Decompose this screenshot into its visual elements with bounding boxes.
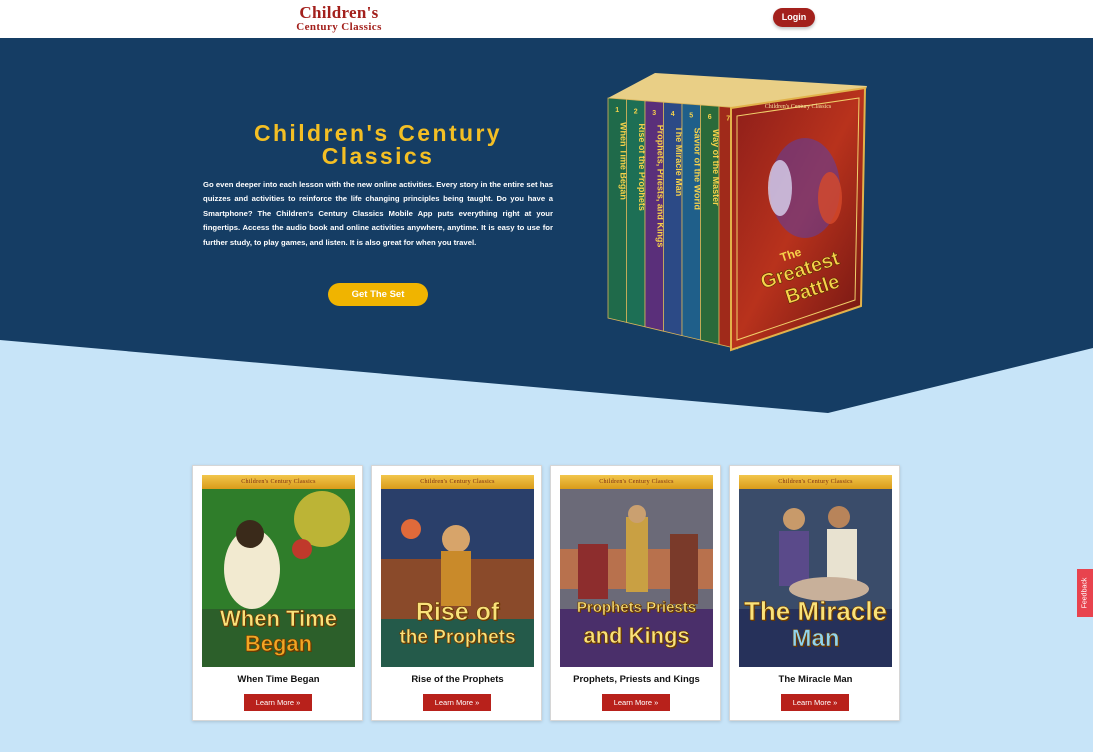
spine-number: 3 [652,110,656,117]
cover-series-header: Children's Century Classics [739,475,892,489]
spine-number: 7 [726,115,730,122]
top-nav-bar: Children's Century Classics Login [0,0,1093,38]
book-card: Children's Century Classics The Miracle … [729,465,900,721]
login-button[interactable]: Login [773,8,815,27]
book-card: Children's Century Classics Rise of the … [371,465,542,721]
book-card: Children's Century Classics When Time Be… [192,465,363,721]
book-title: Prophets, Priests and Kings [573,674,700,685]
get-the-set-button[interactable]: Get The Set [328,283,428,306]
book-card: Children's Century Classics Prophets Pri… [550,465,721,721]
cover-title-line-2: the Prophets [399,627,516,648]
logo-line-2: Century Classics [296,21,382,33]
site-logo[interactable]: Children's Century Classics [280,4,398,33]
spine-number: 6 [708,114,712,121]
book-cover[interactable]: Children's Century Classics Prophets Pri… [560,475,713,667]
cover-title-line-2: Began [244,631,313,656]
book-title: Rise of the Prophets [411,674,504,685]
learn-more-button[interactable]: Learn More » [602,694,670,711]
hero-text-block: Children's Century Classics Go even deep… [203,122,553,250]
hero-title: Children's Century Classics [253,120,503,169]
learn-more-button[interactable]: Learn More » [781,694,849,711]
book-title: When Time Began [237,674,320,685]
spine-number: 2 [634,108,638,115]
spine-number: 4 [671,111,675,118]
cover-title-line-1: When Time [220,606,338,631]
spine-number: 1 [615,107,619,114]
book-cover[interactable]: Children's Century Classics When Time Be… [202,475,355,667]
book-cover[interactable]: Children's Century Classics Rise of the … [381,475,534,667]
box-set-image: 1When Time Began2Rise of the Prophets3Pr… [607,73,867,352]
feedback-tab[interactable]: Feedback [1077,569,1093,617]
feedback-label: Feedback [1081,577,1089,609]
hero-description: Go even deeper into each lesson with the… [203,180,553,247]
cover-title-line-1: Rise of [415,598,500,626]
learn-more-button[interactable]: Learn More » [244,694,312,711]
spine-number: 5 [689,113,693,120]
learn-more-button[interactable]: Learn More » [423,694,491,711]
cover-title-line-2: Man [791,625,840,652]
cover-series-header: Children's Century Classics [560,475,713,489]
cover-title-line-2: and Kings [583,623,690,648]
cover-series-header: Children's Century Classics [202,475,355,489]
cover-series-header: Children's Century Classics [381,475,534,489]
cover-title-line-1: Prophets Priests [576,599,697,616]
cover-title-line-1: The Miracle [743,596,888,626]
logo-line-1: Children's [299,3,379,22]
box-front-header: Children's Century Classics [765,104,832,110]
book-title: The Miracle Man [778,674,853,685]
book-cover[interactable]: Children's Century Classics The Miracle … [739,475,892,667]
